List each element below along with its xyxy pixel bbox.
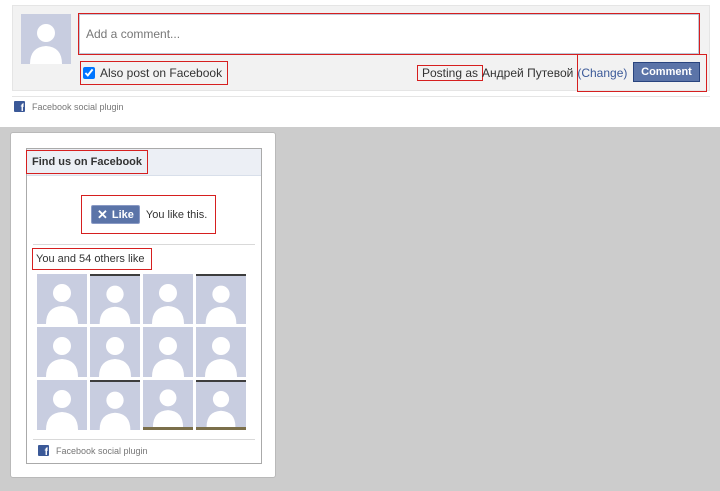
fanbox-card: Find us on Facebook ✕ Like You like this… (10, 132, 276, 478)
like-button[interactable]: ✕ Like (91, 205, 140, 224)
posting-as-label: Posting as (416, 65, 484, 81)
like-status: You like this. (145, 208, 208, 221)
close-x-icon: ✕ (97, 207, 108, 222)
also-post-checkbox[interactable] (83, 67, 95, 79)
comment-submit-button[interactable]: Comment (633, 62, 700, 82)
divider (33, 244, 255, 245)
friend-avatar-icon[interactable] (90, 327, 140, 377)
friend-avatar-icon[interactable] (143, 274, 193, 324)
posting-as-user: Андрей Путевой (482, 66, 574, 80)
fanbox-title[interactable]: Find us on Facebook (26, 150, 148, 174)
divider (12, 96, 710, 97)
friend-avatar-icon[interactable] (37, 327, 87, 377)
friend-avatar-icon[interactable] (37, 380, 87, 430)
facebook-logo-icon (38, 445, 49, 458)
divider (33, 439, 255, 440)
friend-avatar-icon[interactable] (143, 380, 193, 430)
comments-plugin: Also post on Facebook Posting as Андрей … (0, 0, 720, 127)
fanbox-plugin-footer[interactable]: Facebook social plugin (38, 445, 148, 458)
also-post-label: Also post on Facebook (100, 66, 223, 80)
friend-avatar-icon[interactable] (37, 274, 87, 324)
friend-avatar-icon[interactable] (196, 380, 246, 430)
friend-avatar-icon[interactable] (90, 380, 140, 430)
comment-submit-area: Comment (577, 54, 707, 92)
like-box-plugin: Find us on Facebook ✕ Like You like this… (26, 148, 262, 464)
user-avatar-icon (21, 14, 71, 64)
friend-avatar-icon[interactable] (90, 274, 140, 324)
like-button-label: Like (111, 208, 134, 221)
friend-avatar-grid (37, 274, 248, 430)
friend-avatar-icon[interactable] (143, 327, 193, 377)
comment-input[interactable] (78, 13, 700, 55)
facebook-logo-icon (14, 101, 25, 114)
fanbox-header: Find us on Facebook (26, 149, 261, 176)
plugin-footer-label: Facebook social plugin (56, 445, 148, 456)
plugin-footer-label: Facebook social plugin (32, 101, 124, 112)
comments-plugin-footer[interactable]: Facebook social plugin (14, 101, 124, 114)
friend-avatar-icon[interactable] (196, 274, 246, 324)
comment-composer: Also post on Facebook Posting as Андрей … (12, 5, 710, 92)
others-like-count: You and 54 others like (32, 248, 152, 270)
friend-avatar-icon[interactable] (196, 327, 246, 377)
also-post-on-facebook[interactable]: Also post on Facebook (79, 61, 229, 85)
like-area: ✕ Like You like this. (81, 195, 216, 234)
